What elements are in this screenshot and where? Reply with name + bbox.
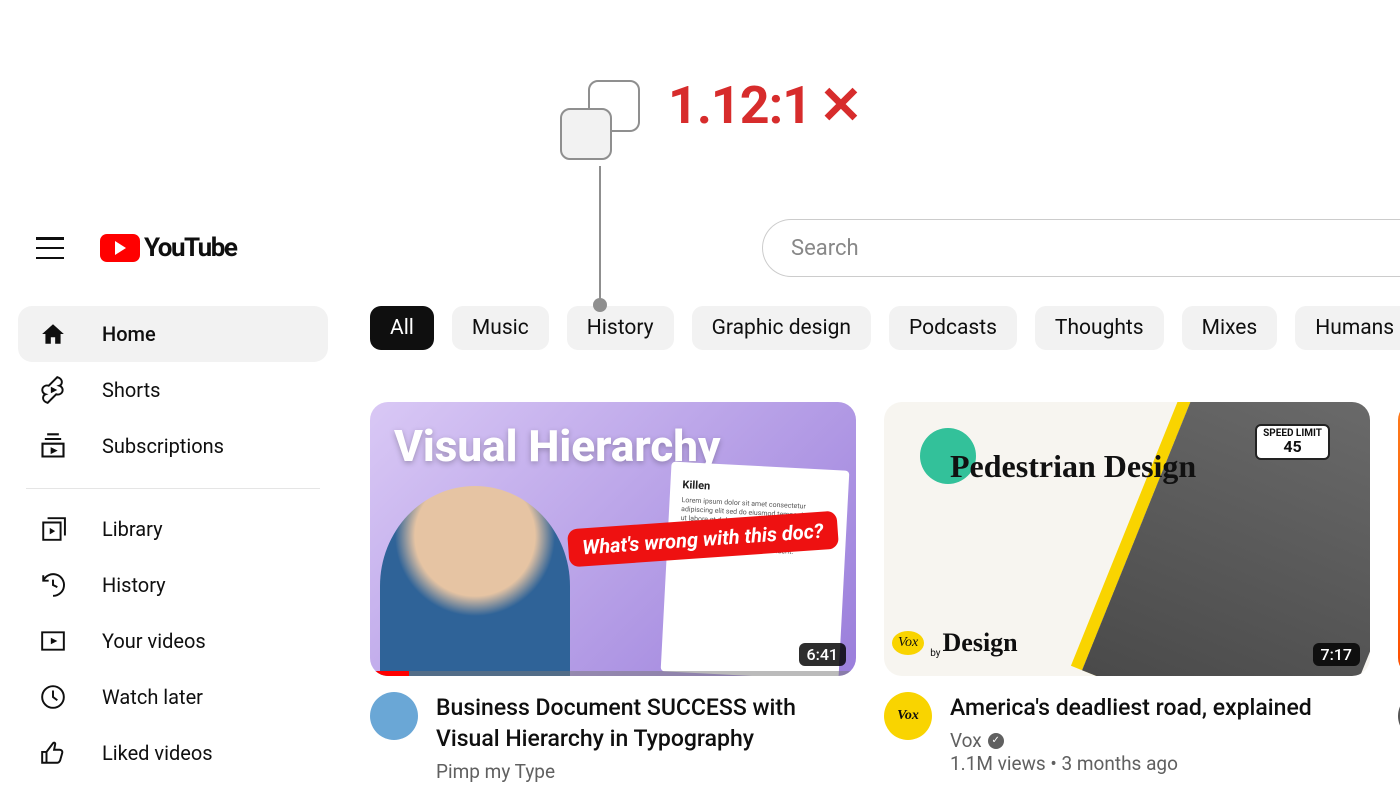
sidebar-item-label: Library [102,517,163,541]
annotation-pointer-dot [593,298,607,312]
annotation-pointer-line [599,166,601,302]
chip-graphic-design[interactable]: Graphic design [692,306,871,350]
video-duration: 6:41 [799,643,847,666]
youtube-wordmark: YouTube [144,233,236,263]
sidebar-item-home[interactable]: Home [18,306,328,362]
sidebar-item-your-videos[interactable]: Your videos [18,613,328,669]
chip-all[interactable]: All [370,306,434,350]
video-thumbnail[interactable]: Visual Hierarchy Killen Lorem ipsum dolo… [370,402,856,676]
sidebar-item-label: Watch later [102,685,203,709]
progress-track [370,671,856,676]
channel-name[interactable]: Vox ✓ [950,729,1312,752]
video-grid: Visual Hierarchy Killen Lorem ipsum dolo… [370,402,1400,783]
video-card[interactable]: Visual Hierarchy Killen Lorem ipsum dolo… [370,402,856,783]
channel-avatar[interactable] [370,692,418,740]
sidebar-item-label: Liked videos [102,741,213,765]
main-content: All Music History Graphic design Podcast… [370,306,1400,783]
youtube-logo[interactable]: YouTube [100,233,236,263]
header: YouTube Search [0,220,1400,276]
search-placeholder: Search [791,236,859,261]
sidebar: Home Shorts Subscriptions Library Histor… [18,306,328,781]
sidebar-item-label: Shorts [102,378,160,402]
fail-icon: ✕ [819,75,862,136]
video-title[interactable]: America's deadliest road, explained [950,692,1312,723]
thumbnail-person [380,486,570,676]
thumbnail-text: Pedestrian Design [950,450,1196,484]
chip-podcasts[interactable]: Podcasts [889,306,1017,350]
sidebar-item-library[interactable]: Library [18,501,328,557]
progress-bar [370,671,409,676]
sidebar-divider [26,488,320,489]
speed-limit-sign: SPEED LIMIT 45 [1255,424,1330,460]
video-title[interactable]: Business Document SUCCESS with Visual Hi… [436,692,856,754]
sidebar-item-label: Your videos [102,629,206,653]
chip-history[interactable]: History [567,306,674,350]
chip-music[interactable]: Music [452,306,549,350]
sidebar-item-watch-later[interactable]: Watch later [18,669,328,725]
thumbs-up-icon [38,740,68,766]
chip-thoughts[interactable]: Thoughts [1035,306,1164,350]
video-duration: 7:17 [1313,643,1361,666]
youtube-play-icon [100,234,140,262]
channel-name[interactable]: Pimp my Type [436,760,856,783]
chip-humans[interactable]: Humans [1295,306,1400,350]
sidebar-item-label: History [102,573,166,597]
menu-icon[interactable] [36,237,64,259]
video-thumbnail[interactable]: Pedestrian Design SPEED LIMIT 45 Vox by … [884,402,1370,676]
video-card[interactable]: Pedestrian Design SPEED LIMIT 45 Vox by … [884,402,1370,783]
sidebar-item-liked-videos[interactable]: Liked videos [18,725,328,781]
library-icon [38,516,68,542]
subscriptions-icon [38,432,68,460]
search-input[interactable]: Search [762,219,1400,277]
watch-later-icon [38,684,68,710]
contrast-ratio-text: 1.12:1✕ [668,80,862,132]
sidebar-item-label: Home [102,322,156,346]
home-icon [38,321,68,347]
verified-icon: ✓ [988,733,1004,749]
video-meta: Vox America's deadliest road, explained … [884,692,1370,775]
sidebar-item-label: Subscriptions [102,434,224,458]
history-icon [38,572,68,598]
thumbnail-brand: Vox by Design [892,628,1018,658]
shorts-icon [38,375,68,405]
chip-mixes[interactable]: Mixes [1182,306,1278,350]
sidebar-item-history[interactable]: History [18,557,328,613]
color-swatches-icon [560,80,646,166]
sidebar-item-subscriptions[interactable]: Subscriptions [18,418,328,474]
your-videos-icon [38,628,68,654]
filter-chips: All Music History Graphic design Podcast… [370,306,1400,350]
video-meta: Business Document SUCCESS with Visual Hi… [370,692,856,783]
contrast-annotation: 1.12:1✕ [560,80,862,166]
channel-avatar[interactable]: Vox [884,692,932,740]
sidebar-item-shorts[interactable]: Shorts [18,362,328,418]
video-stats: 1.1M views • 3 months ago [950,752,1312,775]
